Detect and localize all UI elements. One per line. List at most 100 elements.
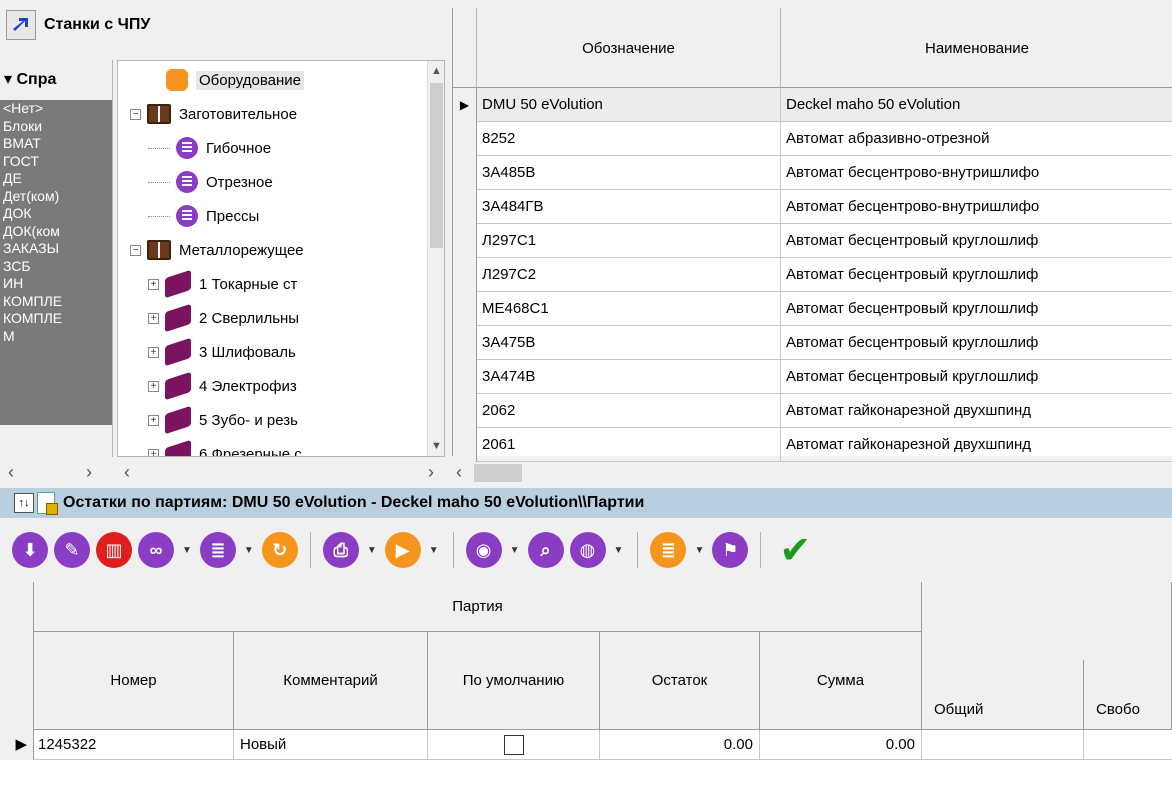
column-header-default[interactable]: По умолчанию xyxy=(428,632,600,730)
download-icon[interactable]: ⬇ xyxy=(12,532,48,568)
cell-remainder[interactable]: 0.00 xyxy=(600,730,760,760)
table-row[interactable]: Л297С1 Автомат бесцентровый круглошлиф xyxy=(453,224,1172,258)
tree-node[interactable]: Гибочное xyxy=(148,131,271,165)
cell-name[interactable]: Автомат бесцентровый круглошлиф xyxy=(781,326,1172,360)
column-header-name[interactable]: Наименование xyxy=(781,8,1172,88)
dropdown-arrow-icon[interactable]: ▼ xyxy=(429,545,439,556)
scroll-down-icon[interactable]: ▼ xyxy=(431,440,442,452)
expand-icon[interactable]: + xyxy=(148,414,159,426)
cell-name[interactable]: Автомат бесцентровый круглошлиф xyxy=(781,360,1172,394)
sprav-item[interactable]: ДОК xyxy=(3,205,112,223)
cell-name[interactable]: Автомат абразивно-отрезной xyxy=(781,122,1172,156)
tree-scroll-left-icon[interactable]: ‹ xyxy=(124,462,130,483)
tree-node[interactable]: Оборудование xyxy=(166,63,305,97)
cell-designation[interactable]: МЕ468С1 xyxy=(477,292,781,326)
table-row[interactable]: ▶ DMU 50 eVolution Deckel maho 50 eVolutio… xyxy=(453,88,1172,122)
expand-icon[interactable]: + xyxy=(148,278,159,290)
expand-icon[interactable]: + xyxy=(148,448,159,456)
table-row[interactable]: 3А474В Автомат бесцентровый круглошлиф xyxy=(453,360,1172,394)
cell-name[interactable]: Автомат бесцентрово-внутришлифо xyxy=(781,190,1172,224)
dropdown-arrow-icon[interactable]: ▼ xyxy=(510,545,520,556)
list-icon[interactable]: ≣ xyxy=(199,532,236,568)
print-icon[interactable]: ⎙ xyxy=(322,532,359,568)
collapse-icon[interactable]: − xyxy=(130,244,141,256)
table-row[interactable]: 3А475В Автомат бесцентровый круглошлиф xyxy=(453,326,1172,360)
cell-designation[interactable]: 3А484ГВ xyxy=(477,190,781,224)
refresh-icon[interactable]: ↻ xyxy=(261,532,298,568)
dropdown-arrow-icon[interactable]: ▼ xyxy=(694,545,704,556)
cell-designation[interactable]: 2062 xyxy=(477,394,781,428)
cell-name[interactable]: Автомат гайконарезной двухшпинд xyxy=(781,428,1172,462)
cell-name[interactable]: Deckel maho 50 eVolution xyxy=(781,88,1172,122)
scroll-up-icon[interactable]: ▲ xyxy=(431,65,442,77)
cell-name[interactable]: Автомат гайконарезной двухшпинд xyxy=(781,394,1172,428)
equipment-tree[interactable]: Оборудование − Заготовительное Гибочное Отре… xyxy=(117,60,445,457)
scroll-left-icon[interactable]: ‹ xyxy=(8,462,14,483)
cell-comment[interactable]: Новый xyxy=(234,730,428,760)
globe-icon[interactable]: ◍ xyxy=(569,532,606,568)
column-header-designation[interactable]: Обозначение xyxy=(477,8,781,88)
table-row[interactable]: 2061 Автомат гайконарезной двухшпинд xyxy=(453,428,1172,462)
tree-node[interactable]: +3 Шлифоваль xyxy=(148,335,296,369)
dropdown-arrow-icon[interactable]: ▼ xyxy=(367,545,377,556)
back-arrow-button[interactable] xyxy=(6,10,36,40)
column-header-free[interactable]: Свобо xyxy=(1084,660,1172,730)
sprav-item[interactable]: Блоки xyxy=(3,118,112,136)
table-row[interactable]: 3А485В Автомат бесцентрово-внутришлифо xyxy=(453,156,1172,190)
left-horizontal-scrollbar[interactable]: ‹ › ‹ › xyxy=(0,462,448,484)
table-row[interactable]: ▶ 1245322 Новый 0.00 0.00 xyxy=(0,730,1172,760)
play-icon[interactable]: ▶ xyxy=(384,532,421,568)
report-icon[interactable]: ≣ xyxy=(650,532,687,568)
table-row[interactable]: 3А484ГВ Автомат бесцентрово-внутришлифо xyxy=(453,190,1172,224)
column-header-sum[interactable]: Сумма xyxy=(760,632,922,730)
scroll-right-icon[interactable]: › xyxy=(86,462,92,483)
scroll-thumb[interactable] xyxy=(430,83,443,248)
sort-icon[interactable]: ↑↓ xyxy=(14,493,34,513)
expand-icon[interactable]: + xyxy=(148,380,159,392)
sprav-item[interactable]: КОМПЛЕ xyxy=(3,293,112,311)
cell-designation[interactable]: DMU 50 eVolution xyxy=(477,88,781,122)
table-row[interactable]: 8252 Автомат абразивно-отрезной xyxy=(453,122,1172,156)
tree-vertical-scrollbar[interactable]: ▲ ▼ xyxy=(427,61,444,456)
delete-icon[interactable]: ▥ xyxy=(96,532,132,568)
cell-name[interactable]: Автомат бесцентрово-внутришлифо xyxy=(781,156,1172,190)
sprav-item[interactable]: КОМПЛЕ xyxy=(3,310,112,328)
tree-node[interactable]: Отрезное xyxy=(148,165,273,199)
cell-free[interactable] xyxy=(1084,730,1172,760)
cell-total[interactable] xyxy=(922,730,1084,760)
cell-name[interactable]: Автомат бесцентровый круглошлиф xyxy=(781,258,1172,292)
tree-node[interactable]: +6 Фрезерные с xyxy=(148,437,302,456)
table-scroll-left-icon[interactable]: ‹ xyxy=(456,462,462,483)
tree-scroll-right-icon[interactable]: › xyxy=(428,462,434,483)
column-header-number[interactable]: Номер xyxy=(34,632,234,730)
link-icon[interactable]: ∞ xyxy=(138,532,174,568)
sprav-item[interactable]: ДОК(ком xyxy=(3,223,112,241)
table-row[interactable]: МЕ468С1 Автомат бесцентровый круглошлиф xyxy=(453,292,1172,326)
sprav-item[interactable]: ВМАТ xyxy=(3,135,112,153)
dropdown-arrow-icon[interactable]: ▼ xyxy=(244,545,254,556)
edit-icon[interactable]: ✎ xyxy=(54,532,90,568)
cell-designation[interactable]: 2061 xyxy=(477,428,781,462)
cell-designation[interactable]: 3А475В xyxy=(477,326,781,360)
dropdown-arrow-icon[interactable]: ▼ xyxy=(182,545,192,556)
search-icon[interactable]: ⌕ xyxy=(527,532,564,568)
cell-name[interactable]: Автомат бесцентровый круглошлиф xyxy=(781,292,1172,326)
table-row[interactable]: 2062 Автомат гайконарезной двухшпинд xyxy=(453,394,1172,428)
table-horizontal-scrollbar[interactable]: ‹ xyxy=(452,462,1172,484)
sprav-item[interactable]: ИН xyxy=(3,275,112,293)
cell-designation[interactable]: 3А485В xyxy=(477,156,781,190)
cell-number[interactable]: 1245322 xyxy=(34,730,234,760)
view-icon[interactable]: ◉ xyxy=(465,532,502,568)
cell-designation[interactable]: 8252 xyxy=(477,122,781,156)
column-header-comment[interactable]: Комментарий xyxy=(234,632,428,730)
expand-icon[interactable]: + xyxy=(148,346,159,358)
table-scroll-thumb[interactable] xyxy=(474,464,522,482)
flag-icon[interactable]: ⚑ xyxy=(712,532,749,568)
column-header-remainder[interactable]: Остаток xyxy=(600,632,760,730)
collapse-icon[interactable]: − xyxy=(130,108,141,120)
cell-name[interactable]: Автомат бесцентровый круглошлиф xyxy=(781,224,1172,258)
tree-node[interactable]: − Металлорежущее xyxy=(130,233,304,267)
sprav-item[interactable]: ДЕ xyxy=(3,170,112,188)
tree-node[interactable]: +2 Сверлильны xyxy=(148,301,299,335)
tree-node[interactable]: Прессы xyxy=(148,199,259,233)
